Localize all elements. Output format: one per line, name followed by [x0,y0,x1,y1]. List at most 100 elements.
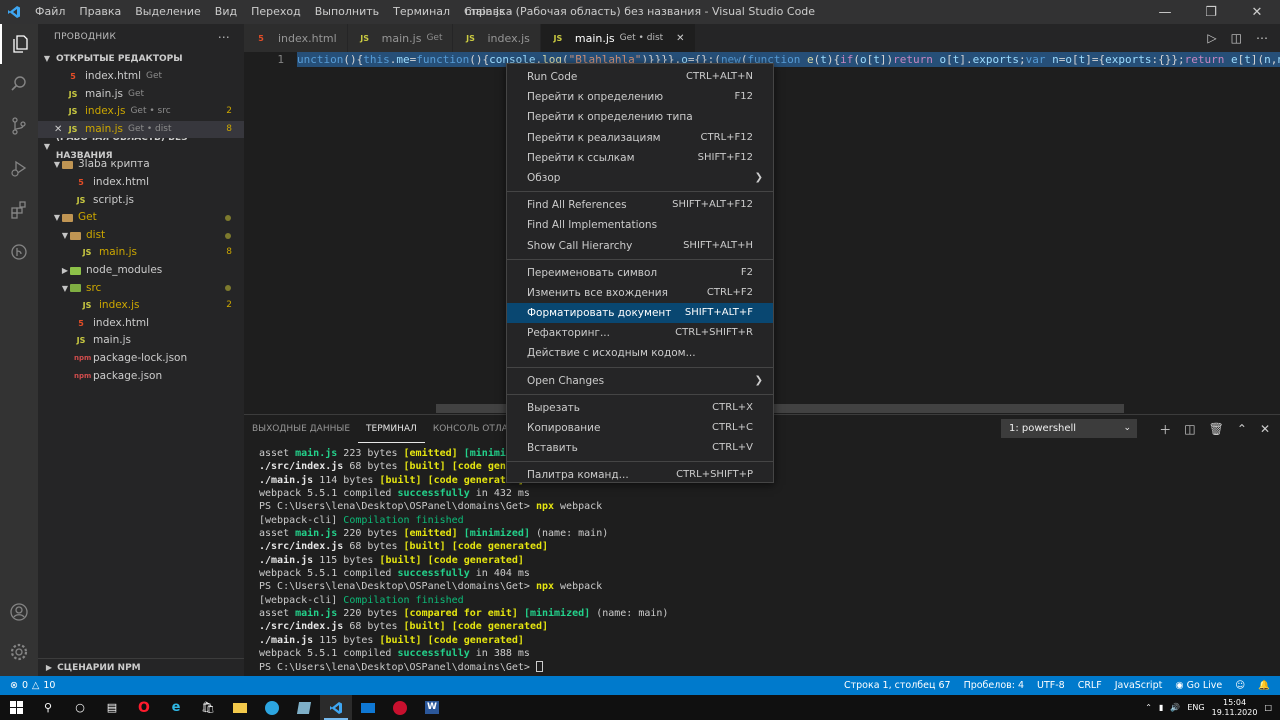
line-ending[interactable]: CRLF [1078,680,1102,691]
problems-indicator[interactable]: ⊗ 0 △ 10 [0,676,55,695]
menu-go[interactable]: Переход [244,0,308,24]
menu-item-command-palette[interactable]: Палитра команд... CTRL+SHIFT+P [507,465,773,485]
store-icon[interactable]: 🛍 [192,695,224,720]
minimize-icon[interactable]: — [1142,0,1188,24]
more-actions-icon[interactable]: ⋯ [1256,31,1268,45]
menu-item-rename-symbol[interactable]: Переименовать символ F2 [507,263,773,283]
vscode-taskbar-icon[interactable] [320,695,352,720]
tree-file[interactable]: npm package.json [38,368,244,386]
menu-item-source-action[interactable]: Действие с исходным кодом... [507,343,773,363]
tab-main-js[interactable]: JS main.js Get [347,24,454,52]
menu-item-go-to-implementations[interactable]: Перейти к реализациям CTRL+F12 [507,128,773,148]
chevron-up-icon[interactable]: ⌃ [1237,422,1247,436]
tree-file[interactable]: 5 index.html [38,174,244,192]
run-debug-icon[interactable] [0,148,38,188]
restore-icon[interactable]: ❐ [1188,0,1234,24]
tab-index-js[interactable]: JS index.js [453,24,541,52]
menu-view[interactable]: Вид [208,0,244,24]
cursor-position[interactable]: Строка 1, столбец 67 [844,680,951,691]
tree-file[interactable]: 5 index.html [38,315,244,333]
extensions-icon[interactable] [0,190,38,230]
tab-terminal[interactable]: ТЕРМИНАЛ [358,415,425,443]
menu-item-go-to-references[interactable]: Перейти к ссылкам SHIFT+F12 [507,148,773,168]
menu-edit[interactable]: Правка [72,0,128,24]
terminal-select[interactable]: 1: powershell ⌄ [1001,419,1137,438]
tree-folder[interactable]: ▼ dist [38,227,244,245]
run-icon[interactable]: ▷ [1207,31,1216,45]
edge-icon[interactable]: e [160,695,192,720]
tree-file[interactable]: JS script.js [38,192,244,210]
menu-item-run-code[interactable]: Run Code CTRL+ALT+N [507,67,773,87]
network-icon[interactable]: ▮ [1159,703,1163,712]
menu-help[interactable]: Справка [457,0,519,24]
settings-gear-icon[interactable] [0,632,38,672]
menu-item-find-all-references[interactable]: Find All References SHIFT+ALT+F12 [507,195,773,215]
menu-selection[interactable]: Выделение [128,0,208,24]
more-actions-icon[interactable]: ⋯ [218,24,230,50]
menu-run[interactable]: Выполнить [308,0,386,24]
close-icon[interactable]: ✕ [1234,0,1280,24]
open-editor-item[interactable]: JS main.js Get [38,86,244,104]
menu-item-paste[interactable]: Вставить CTRL+V [507,438,773,458]
app-icon[interactable] [288,695,320,720]
menu-item-cut[interactable]: Вырезать CTRL+X [507,398,773,418]
task-view-icon[interactable]: ▤ [96,695,128,720]
language-mode[interactable]: JavaScript [1115,680,1163,691]
menu-item-go-to-type-definition[interactable]: Перейти к определению типа [507,107,773,127]
menu-item-copy[interactable]: Копирование CTRL+C [507,418,773,438]
menu-item-refactor[interactable]: Рефакторинг... CTRL+SHIFT+R [507,323,773,343]
split-editor-icon[interactable]: ◫ [1231,31,1242,45]
menu-item-open-changes[interactable]: Open Changes ❯ [507,371,773,391]
close-tab-icon[interactable]: ✕ [676,33,684,44]
menu-item-change-all-occurrences[interactable]: Изменить все вхождения CTRL+F2 [507,283,773,303]
word-icon[interactable]: W [416,695,448,720]
file-explorer-icon[interactable] [224,695,256,720]
search-icon[interactable] [0,64,38,104]
tab-output[interactable]: ВЫХОДНЫЕ ДАННЫЕ [244,415,358,443]
source-control-icon[interactable] [0,106,38,146]
tab-index-html[interactable]: 5 index.html [244,24,348,52]
tree-folder[interactable]: ▼ 3laba крипта [38,156,244,174]
windows-start-icon[interactable] [0,695,32,720]
cortana-icon[interactable]: ○ [64,695,96,720]
menu-item-format-document[interactable]: Форматировать документ SHIFT+ALT+F [507,303,773,324]
menu-item-peek[interactable]: Обзор ❯ [507,168,773,188]
encoding[interactable]: UTF-8 [1037,680,1065,691]
split-terminal-icon[interactable]: ◫ [1184,422,1195,436]
feedback-icon[interactable]: ☺ [1235,680,1245,691]
volume-icon[interactable]: 🔊 [1170,703,1180,712]
input-language[interactable]: ENG [1187,703,1204,712]
open-editor-item-active[interactable]: ✕ JS main.js Get • dist 8 [38,120,244,139]
menu-terminal[interactable]: Терминал [386,0,457,24]
tree-file[interactable]: JS main.js [38,332,244,350]
menu-item-go-to-definition[interactable]: Перейти к определению F12 [507,87,773,107]
opera-icon[interactable]: O [128,695,160,720]
tree-file[interactable]: npm package-lock.json [38,350,244,368]
telegram-icon[interactable] [256,695,288,720]
clock[interactable]: 15:04 19.11.2020 [1212,698,1258,718]
account-icon[interactable] [0,592,38,632]
tab-main-js-dist[interactable]: JS main.js Get • dist ✕ [540,24,696,52]
npm-scripts-section[interactable]: ▶ СЦЕНАРИИ NPM [38,658,244,676]
chevron-up-icon[interactable]: ⌃ [1145,703,1152,712]
tree-file[interactable]: JS index.js 2 [38,297,244,315]
tree-folder[interactable]: ▼ Get [38,209,244,227]
tree-file[interactable]: JS main.js 8 [38,244,244,262]
tree-folder[interactable]: ▼ src [38,280,244,298]
close-panel-icon[interactable]: ✕ [1260,422,1270,436]
menu-file[interactable]: Файл [28,0,72,24]
open-editor-item[interactable]: JS index.js Get • src 2 [38,103,244,121]
tree-folder[interactable]: ▶ node_modules [38,262,244,280]
code-line[interactable]: unction(){this.me=function(){console.log… [297,52,1280,67]
git-graph-icon[interactable] [0,232,38,272]
menu-item-show-call-hierarchy[interactable]: Show Call Hierarchy SHIFT+ALT+H [507,236,773,256]
explorer-icon[interactable] [0,24,38,64]
workspace-section[interactable]: ▼ (РАБОЧАЯ ОБЛАСТЬ) БЕЗ НАЗВАНИЯ [38,133,244,161]
bell-icon[interactable]: 🔔 [1258,680,1270,691]
app-red-icon[interactable] [384,695,416,720]
indentation[interactable]: Пробелов: 4 [964,680,1024,691]
close-editor-icon[interactable]: ✕ [54,121,66,139]
trash-icon[interactable]: 🗑 [1209,422,1224,436]
notifications-icon[interactable]: □ [1264,703,1272,712]
mail-icon[interactable] [352,695,384,720]
